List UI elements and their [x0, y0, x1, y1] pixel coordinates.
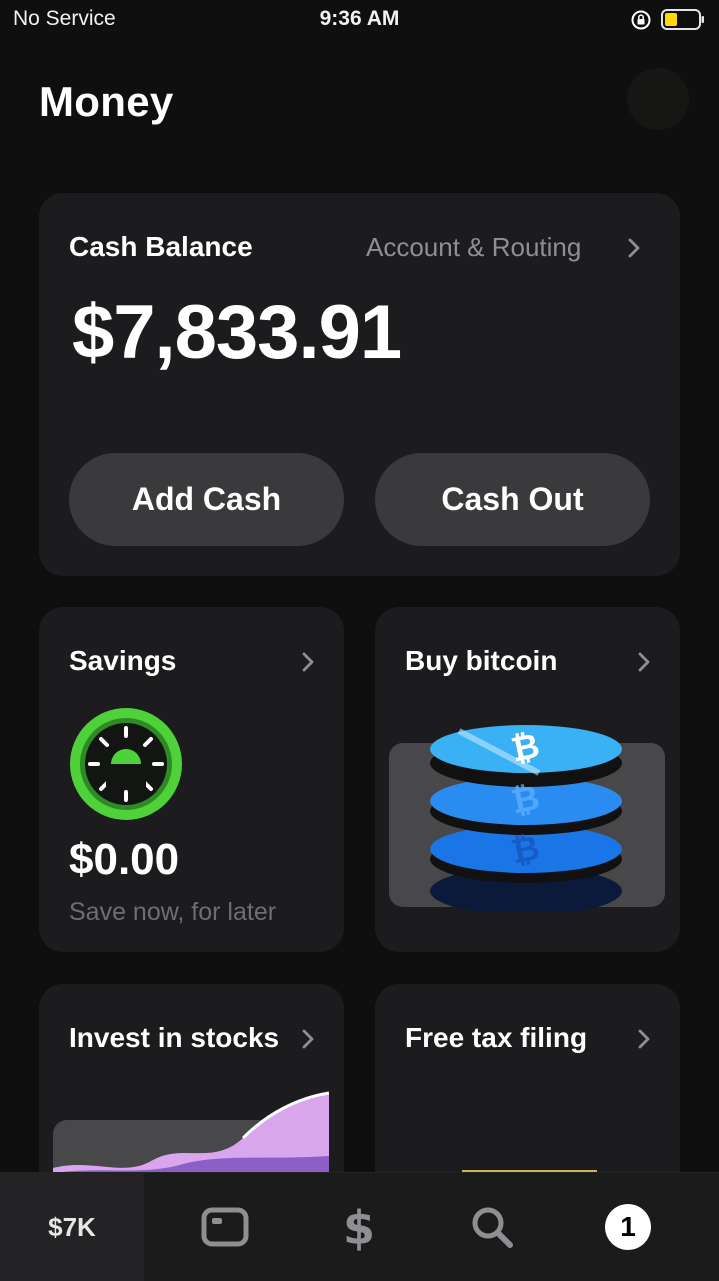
chevron-right-icon [302, 652, 314, 672]
free-tax-filing-title: Free tax filing [405, 1022, 588, 1053]
cash-balance-card[interactable]: Cash Balance Account & Routing $7,833.91… [39, 193, 680, 576]
status-bar: No Service 9:36 AM [0, 0, 719, 40]
tab-pay[interactable]: $ [287, 1173, 431, 1281]
savings-subtitle: Save now, for later [69, 898, 277, 926]
savings-title: Savings [69, 645, 177, 676]
chevron-right-icon [302, 1029, 314, 1049]
savings-sun-icon [70, 708, 182, 820]
page-title: Money [39, 78, 174, 125]
buy-bitcoin-title: Buy bitcoin [405, 645, 558, 676]
activity-icon [201, 1207, 249, 1247]
tab-money[interactable]: $7K [0, 1173, 144, 1281]
cash-out-button[interactable]: Cash Out [375, 453, 650, 546]
notifications-badge: 1 [605, 1204, 651, 1250]
chevron-right-icon [638, 652, 650, 672]
dollar-icon: $ [343, 1202, 375, 1252]
savings-amount: $0.00 [69, 835, 180, 884]
orientation-lock-icon [631, 10, 651, 30]
clock: 9:36 AM [319, 7, 400, 30]
cash-balance-label: Cash Balance [69, 231, 253, 262]
avatar[interactable] [627, 68, 689, 130]
battery-icon [661, 9, 704, 30]
tab-money-label: $7K [48, 1211, 96, 1242]
tab-bar: $7K $ 1 [0, 1172, 719, 1281]
search-icon [472, 1207, 513, 1248]
tab-search[interactable] [420, 1173, 564, 1281]
add-cash-button[interactable]: Add Cash [69, 453, 344, 546]
cash-balance-amount: $7,833.91 [72, 290, 402, 375]
account-routing-link[interactable]: Account & Routing [366, 232, 581, 263]
svg-text:$: $ [343, 1202, 375, 1252]
chevron-right-icon[interactable] [627, 237, 641, 259]
stocks-chart-art [53, 1091, 329, 1178]
bitcoin-coins-icon: ₿ ₿ ₿ [389, 725, 665, 911]
tab-activity[interactable] [153, 1173, 297, 1281]
buy-bitcoin-card[interactable]: Buy bitcoin ₿ ₿ ₿ [375, 607, 680, 952]
savings-card[interactable]: Savings $0.00 Save now, for later [39, 607, 344, 952]
chevron-right-icon [638, 1029, 650, 1049]
invest-stocks-title: Invest in stocks [69, 1022, 280, 1053]
tab-notifications[interactable]: 1 [556, 1173, 700, 1281]
